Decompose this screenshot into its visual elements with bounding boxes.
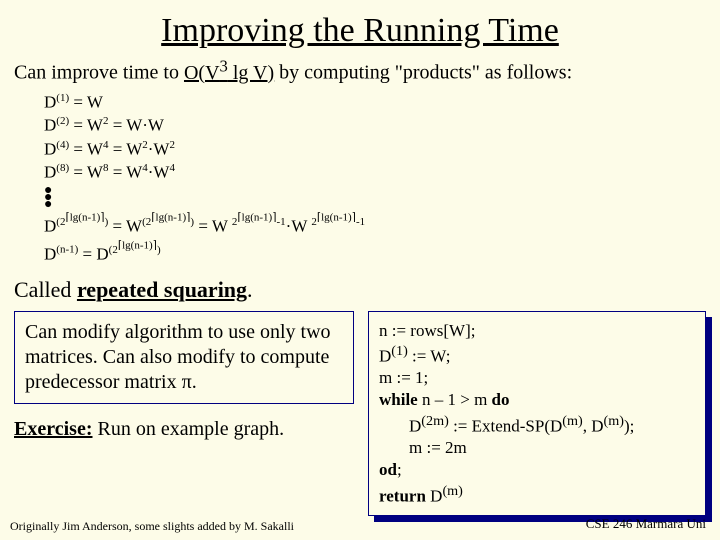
lower-row: Can modify algorithm to use only two mat… xyxy=(0,311,720,517)
t: = W xyxy=(108,140,142,159)
t: = W xyxy=(69,140,103,159)
t: (8) xyxy=(56,162,69,174)
exercise-line: Exercise: Run on example graph. xyxy=(14,404,354,441)
complexity-expr: O(V3 lg V) xyxy=(184,62,274,84)
t: , D xyxy=(583,416,604,435)
lgv: lg V) xyxy=(228,62,274,84)
t: (4) xyxy=(56,139,69,151)
t: (2⌈lg(n-1)⌉) xyxy=(142,216,194,228)
called-line: Called repeated squaring. xyxy=(0,267,720,311)
t: D xyxy=(44,140,56,159)
slide-title: Improving the Running Time xyxy=(0,0,720,54)
kw-od: od xyxy=(379,460,397,479)
exercise-text: Run on example graph. xyxy=(93,418,285,440)
code-l1: n := rows[W]; xyxy=(379,320,695,342)
ov: O(V xyxy=(184,62,220,84)
t: -1 xyxy=(277,216,286,228)
eq-d8: D(8) = W8 = W4·W4 xyxy=(44,161,720,185)
eq-d2: D(2) = W2 = W·W xyxy=(44,114,720,138)
t: D xyxy=(44,92,56,111)
t: Called xyxy=(14,277,77,302)
footer-credit: Originally Jim Anderson, some slights ad… xyxy=(10,519,294,534)
pseudocode-box: n := rows[W]; D(1) := W; m := 1; while n… xyxy=(368,311,706,517)
t: ) xyxy=(157,244,161,256)
t: = W xyxy=(69,116,103,135)
t: (2m) xyxy=(421,413,449,429)
subtitle-text-tail: by computing "products" as follows: xyxy=(274,62,572,84)
t: (m) xyxy=(442,483,462,499)
right-column: n := rows[W]; D(1) := W; m := 1; while n… xyxy=(368,311,706,517)
t: D xyxy=(44,245,56,264)
t: = W xyxy=(108,163,142,182)
subtitle-text-pre: Can improve time to xyxy=(14,62,184,84)
t: = D xyxy=(78,245,108,264)
t: 2⌈lg(n-1)⌉-1 xyxy=(311,216,365,228)
t: D xyxy=(44,163,56,182)
exp3: 3 xyxy=(220,56,228,75)
t: D xyxy=(426,486,443,505)
t: -1 xyxy=(356,216,365,228)
t: (1) xyxy=(56,92,69,104)
t: ⌈lg(n-1)⌉ xyxy=(317,211,356,223)
t: ·W xyxy=(148,163,170,182)
t: (2 xyxy=(109,244,118,256)
t: ); xyxy=(624,416,634,435)
t: = W xyxy=(69,92,103,111)
vdots-icon: ●●● xyxy=(44,185,720,210)
t: n – 1 > m xyxy=(418,390,492,409)
t: (m) xyxy=(562,413,582,429)
t: (2 xyxy=(142,216,151,228)
t: ⌈lg(n-1)⌉ xyxy=(118,239,157,251)
footer-course: CSE 246 Marmara Uni xyxy=(586,516,706,532)
t: 4 xyxy=(169,162,175,174)
note-box: Can modify algorithm to use only two mat… xyxy=(14,311,354,404)
t: ⌈lg(n-1)⌉ xyxy=(65,211,104,223)
code-l6: m := 2m xyxy=(379,437,695,459)
t: 2⌈lg(n-1)⌉-1 xyxy=(232,216,286,228)
t: = W·W xyxy=(108,116,164,135)
repeated-squaring-term: repeated squaring xyxy=(77,277,247,302)
t: ·W xyxy=(148,140,170,159)
code-l4: while n – 1 > m do xyxy=(379,389,695,411)
t: := W; xyxy=(408,346,451,365)
t: (2) xyxy=(56,115,69,127)
t: ⌈lg(n-1)⌉ xyxy=(237,211,276,223)
eq-d1: D(1) = W xyxy=(44,91,720,115)
kw-do: do xyxy=(492,390,510,409)
exercise-label: Exercise: xyxy=(14,418,93,440)
code-l2: D(1) := W; xyxy=(379,342,695,368)
t: (n-1) xyxy=(56,244,78,256)
equations-block: D(1) = W D(2) = W2 = W·W D(4) = W4 = W2·… xyxy=(0,91,720,267)
code-l5: D(2m) := Extend-SP(D(m), D(m)); xyxy=(379,412,695,438)
t: (m) xyxy=(604,413,624,429)
t: D xyxy=(44,116,56,135)
t: (1) xyxy=(391,343,408,359)
left-column: Can modify algorithm to use only two mat… xyxy=(14,311,354,517)
kw-return: return xyxy=(379,486,426,505)
subtitle: Can improve time to O(V3 lg V) by comput… xyxy=(0,54,720,91)
eq-dlg: D(2⌈lg(n-1)⌉) = W(2⌈lg(n-1)⌉) = W 2⌈lg(n… xyxy=(44,210,720,238)
t: 2 xyxy=(169,139,175,151)
kw-while: while xyxy=(379,390,418,409)
t: = W xyxy=(194,216,232,235)
t: := Extend-SP(D xyxy=(449,416,562,435)
t: . xyxy=(247,277,253,302)
t: D xyxy=(44,216,56,235)
code-l7: od; xyxy=(379,459,695,481)
t: = W xyxy=(108,216,142,235)
eq-d4: D(4) = W4 = W2·W2 xyxy=(44,138,720,162)
t: ⌈lg(n-1)⌉ xyxy=(151,211,190,223)
t: D xyxy=(409,416,421,435)
t: (2⌈lg(n-1)⌉) xyxy=(56,216,108,228)
t: (2⌈lg(n-1)⌉) xyxy=(109,244,161,256)
eq-dn1: D(n-1) = D(2⌈lg(n-1)⌉) xyxy=(44,238,720,266)
code-l8: return D(m) xyxy=(379,482,695,508)
t: D xyxy=(379,346,391,365)
t: = W xyxy=(69,163,103,182)
t: ·W xyxy=(286,216,312,235)
code-l3: m := 1; xyxy=(379,367,695,389)
